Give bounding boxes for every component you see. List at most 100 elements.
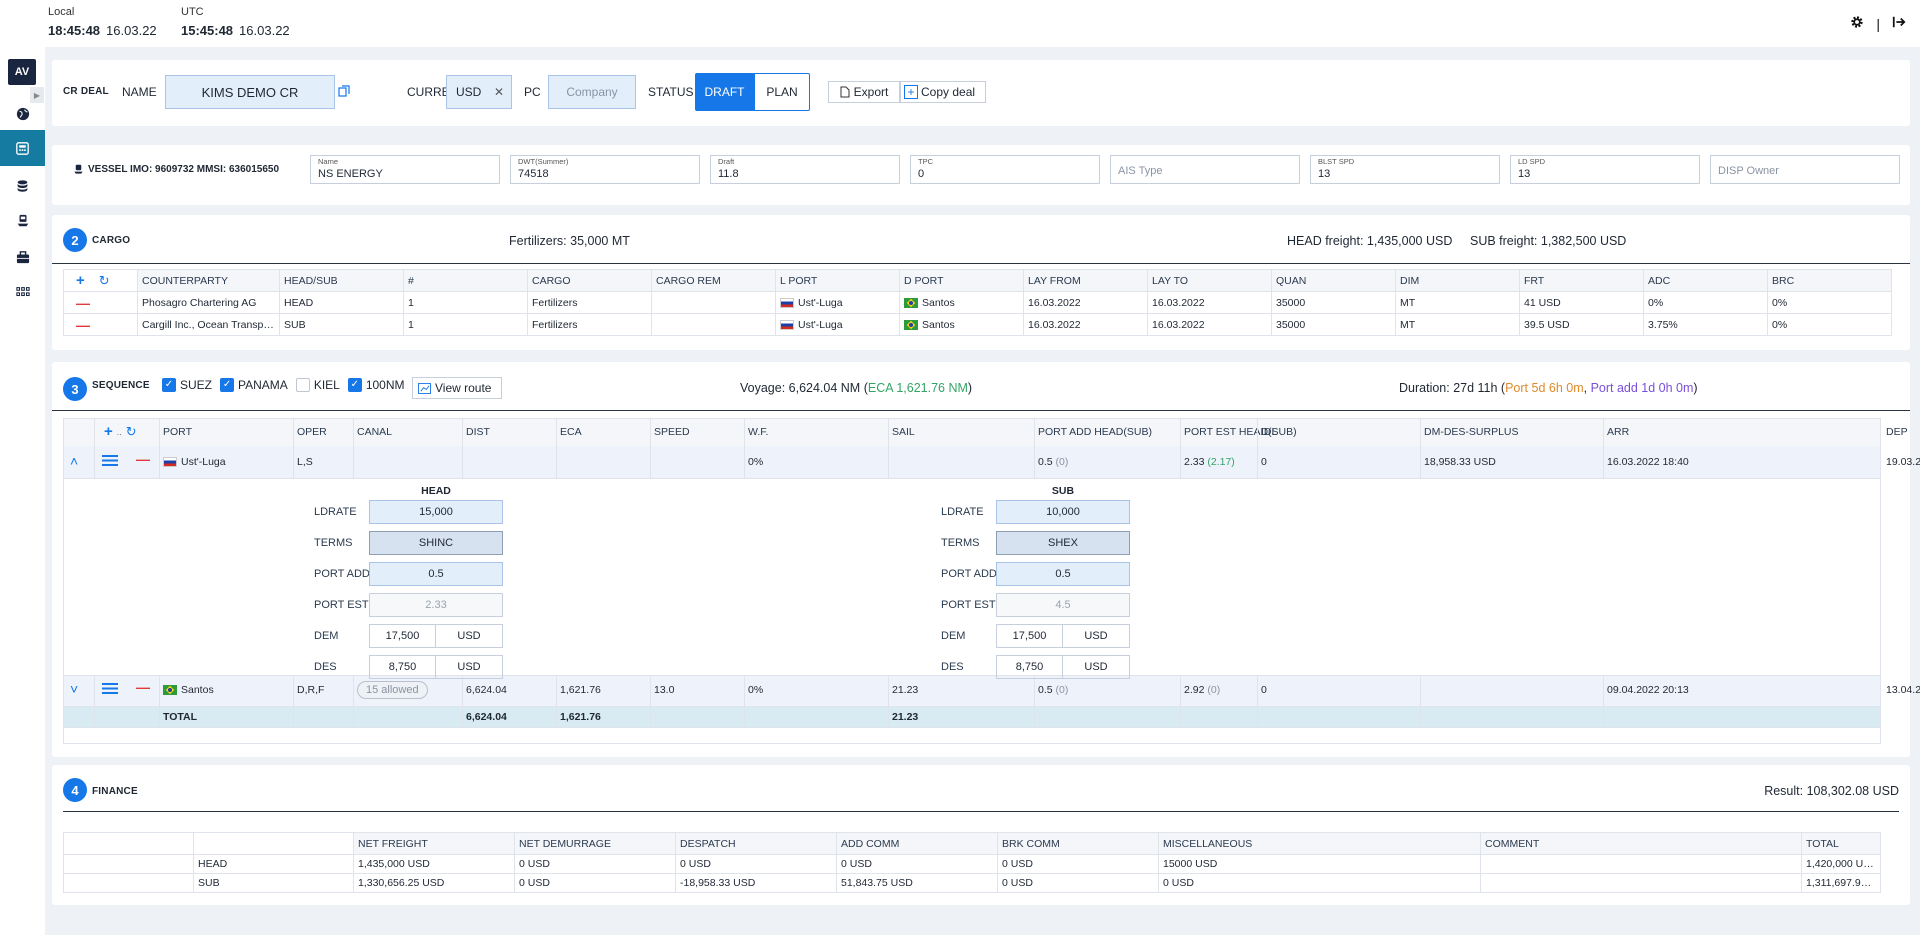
table-cell: Santos [899, 313, 1024, 336]
table-cell: Ust'-Luga [775, 313, 900, 336]
add-icon[interactable]: + [104, 423, 113, 440]
cell-text: 3.75% [1648, 318, 1678, 331]
add-icon[interactable]: + [76, 272, 85, 289]
table-row[interactable]: — Phosagro Chartering AG HEAD 1 Fertilizers U… [63, 291, 1892, 314]
checkbox-icon[interactable]: ✓ [220, 378, 235, 392]
table-cell: SUB [279, 313, 404, 336]
vessel-field-3[interactable]: TPC 0 [910, 155, 1100, 184]
table-cell: MT [1395, 291, 1520, 314]
cargo-col-header: HEAD/SUB [279, 269, 404, 292]
avatar[interactable]: AV [8, 59, 36, 85]
sub-ldrate-input[interactable]: 10,000 [996, 500, 1130, 524]
table-row[interactable]: — Cargill Inc., Ocean Transportation SUB 1 F… [63, 313, 1892, 336]
duration-summary: Duration: 27d 11h (Port 5d 6h 0m, Port a… [1399, 381, 1698, 395]
cargo-card: 2 CARGO Fertilizers: 35,000 MT HEAD frei… [52, 215, 1910, 350]
view-route-button[interactable]: View route [412, 377, 502, 399]
menu-icon[interactable] [102, 683, 118, 697]
vessel-field-6[interactable]: LD SPD 13 [1510, 155, 1700, 184]
checkbox-icon[interactable]: ✓ [347, 378, 362, 392]
canal-label: 100NM [365, 378, 405, 392]
port-add-cell: 0.5 (0) [1038, 675, 1068, 706]
sidebar-item-ship[interactable] [0, 204, 45, 238]
table-cell: 16.03.2022 [1147, 313, 1272, 336]
table-cell [651, 313, 776, 336]
vessel-field-5[interactable]: BLST SPD 13 [1310, 155, 1500, 184]
vessel-field-2[interactable]: Draft 11.8 [710, 155, 900, 184]
remove-icon[interactable]: — [136, 679, 150, 695]
refresh-icon[interactable]: ↻ [126, 424, 137, 440]
canal-checkbox-suez[interactable]: ✓ SUEZ [162, 378, 212, 392]
globe-icon [16, 107, 29, 121]
logout-icon[interactable] [1892, 15, 1906, 32]
remove-icon[interactable]: — [76, 317, 90, 333]
sub-dem-input[interactable]: 17,500 USD [996, 624, 1130, 648]
table-cell: 1,621.76 [560, 684, 601, 696]
status-plan-label: PLAN [766, 85, 798, 99]
canal-allowed-chip[interactable]: 15 allowed [357, 681, 428, 699]
table-cell: 15000 USD [1158, 854, 1481, 874]
table-cell: 13.04.2022 06:13 [1886, 684, 1920, 696]
currency-select[interactable]: USD ✕ [446, 75, 512, 109]
more-icon[interactable]: .. [117, 427, 122, 437]
export-button[interactable]: Export [828, 81, 900, 103]
copy-deal-button[interactable]: + Copy deal [900, 81, 986, 103]
head-terms-select[interactable]: SHINC [369, 531, 503, 555]
sidebar-item-briefcase[interactable] [0, 240, 45, 274]
cargo-header-row: + ↻ COUNTERPARTY HEAD/SUB # CARGO CARGO REM L P… [63, 269, 1892, 292]
vessel-field-0[interactable]: Name NS ENERGY [310, 155, 500, 184]
sub-terms-select[interactable]: SHEX [996, 531, 1130, 555]
cell-text: 1 [408, 318, 414, 331]
clear-icon[interactable]: ✕ [494, 85, 504, 99]
deal-name-input[interactable]: KIMS DEMO CR [165, 75, 335, 109]
refresh-icon[interactable]: ↻ [99, 273, 110, 288]
des-label: DES [941, 661, 964, 673]
copy-icon[interactable] [338, 85, 350, 100]
apps-icon [15, 287, 30, 297]
menu-icon[interactable] [102, 455, 118, 469]
status-draft-button[interactable]: DRAFT [695, 73, 754, 111]
cargo-col-header: D PORT [899, 269, 1024, 292]
canal-checkbox-panama[interactable]: ✓ PANAMA [220, 378, 288, 392]
remove-icon[interactable]: — [136, 451, 150, 467]
vessel-field-1[interactable]: DWT(Summer) 74518 [510, 155, 700, 184]
head-dem-input[interactable]: 17,500 USD [369, 624, 503, 648]
table-cell: 35000 [1271, 313, 1396, 336]
company-input[interactable]: Company [548, 75, 636, 109]
canal-label: KIEL [313, 378, 340, 392]
checkbox-icon[interactable]: ✓ [162, 378, 176, 392]
checkbox-icon[interactable] [295, 378, 310, 392]
vessel-field-4[interactable]: AIS Type [1110, 155, 1300, 184]
cell-text: HEAD [284, 296, 314, 309]
sidebar-item-apps[interactable] [0, 275, 45, 309]
chevron-down-icon[interactable]: ˅ [70, 681, 78, 697]
table-cell: 1,435,000 USD [353, 854, 515, 874]
company-placeholder: Company [566, 85, 618, 99]
name-label: NAME [122, 85, 157, 99]
canal-checkbox-100nm[interactable]: ✓ 100NM [347, 378, 405, 392]
terms-label: TERMS [941, 537, 980, 549]
sequence-col-header: PORT [163, 426, 192, 438]
canal-checkbox-kiel[interactable]: KIEL [295, 378, 340, 392]
remove-icon[interactable]: — [76, 295, 90, 311]
gear-icon[interactable] [1850, 15, 1864, 32]
sidebar-item-globe[interactable] [0, 97, 45, 131]
utc-clock: UTC 15:45:48 16.03.22 [181, 6, 290, 38]
sub-port-add-input[interactable]: 0.5 [996, 562, 1130, 586]
sidebar-item-database[interactable] [0, 169, 45, 203]
chevron-up-icon[interactable]: ˄ [70, 453, 78, 469]
head-port-add-input[interactable]: 0.5 [369, 562, 503, 586]
sidebar-item-calculator[interactable] [0, 130, 45, 166]
sequence-col-header: SAIL [892, 426, 915, 438]
cargo-col-header: BRC [1767, 269, 1892, 292]
table-cell: 0 USD [514, 854, 676, 874]
vessel-card: VESSEL IMO: 9609732 MMSI: 636015650 Name… [52, 145, 1910, 205]
vessel-field-value: 74518 [518, 168, 549, 180]
cargo-col-header: CARGO REM [651, 269, 776, 292]
status-plan-button[interactable]: PLAN [754, 73, 810, 111]
head-des-input[interactable]: 8,750 USD [369, 655, 503, 679]
vessel-field-7[interactable]: DISP Owner [1710, 155, 1900, 184]
table-cell: MT [1395, 313, 1520, 336]
sequence-col-header: SPEED [654, 426, 690, 438]
sub-des-input[interactable]: 8,750 USD [996, 655, 1130, 679]
head-ldrate-input[interactable]: 15,000 [369, 500, 503, 524]
